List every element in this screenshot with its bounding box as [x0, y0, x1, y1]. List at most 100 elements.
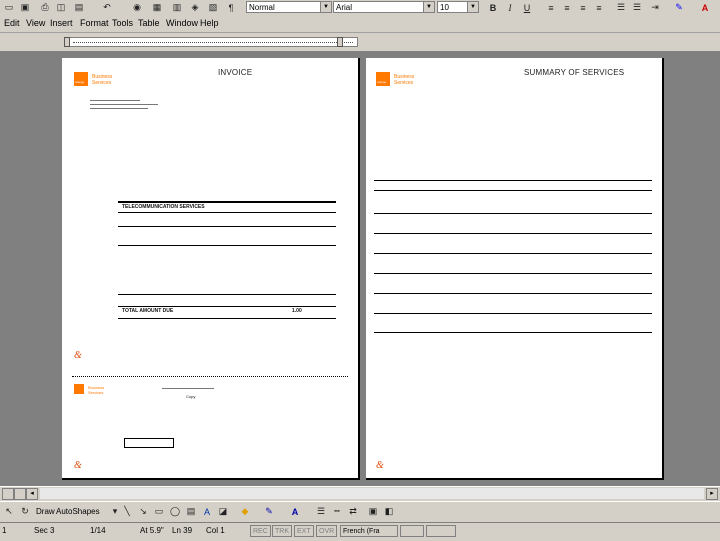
wordart-icon[interactable]: A	[200, 505, 214, 518]
ampersand-mark: &	[74, 460, 82, 471]
italic-button[interactable]: I	[503, 1, 517, 14]
new-document-icon[interactable]: ▭	[2, 1, 16, 14]
page-summary[interactable]: orange Business Services SUMMARY OF SERV…	[366, 58, 664, 480]
autoshapes-button[interactable]: AutoShapes	[56, 507, 100, 516]
bold-button[interactable]: B	[486, 1, 500, 14]
select-objects-icon[interactable]: ↖	[2, 505, 16, 518]
numbering-icon[interactable]: ☰	[614, 1, 628, 14]
menu-view[interactable]: View	[26, 18, 45, 28]
columns-icon[interactable]: ▥	[170, 1, 184, 14]
section-rule	[118, 212, 336, 213]
oval-icon[interactable]: ◯	[168, 505, 182, 518]
table-icon[interactable]: ▦	[150, 1, 164, 14]
page-invoice[interactable]: orange Business Services INVOICE TELECOM…	[62, 58, 360, 480]
normal-view-icon[interactable]	[2, 488, 14, 500]
summary-title: SUMMARY OF SERVICES	[524, 68, 625, 77]
rec-indicator[interactable]: REC	[250, 525, 271, 537]
free-rotate-icon[interactable]: ↻	[18, 505, 32, 518]
trk-indicator[interactable]: TRK	[272, 525, 292, 537]
font-select[interactable]: Arial ▼	[333, 1, 435, 13]
document-map-icon[interactable]: ▧	[206, 1, 220, 14]
paste-icon[interactable]: ▤	[72, 1, 86, 14]
hyperlink-icon[interactable]: ◉	[130, 1, 144, 14]
undo-icon[interactable]: ↶	[100, 1, 114, 14]
print-icon[interactable]: ⎙	[38, 1, 52, 14]
total-due-label: TOTAL AMOUNT DUE	[122, 308, 174, 314]
font-color-draw-icon[interactable]: A	[288, 505, 302, 518]
logo-text: orange	[75, 80, 85, 84]
show-hide-icon[interactable]: ¶	[224, 1, 238, 14]
underline-button[interactable]: U	[520, 1, 534, 14]
line-icon[interactable]: ╲	[120, 505, 134, 518]
style-select[interactable]: Normal ▼	[246, 1, 332, 13]
chevron-down-icon[interactable]: ▼	[423, 2, 434, 12]
align-left-icon[interactable]: ≡	[544, 1, 558, 14]
bullets-icon[interactable]: ☰	[630, 1, 644, 14]
ovr-indicator[interactable]: OVR	[316, 525, 338, 537]
ampersand-mark: &	[74, 350, 82, 361]
language-indicator[interactable]: French (Fra	[340, 525, 398, 537]
table-rule	[374, 293, 652, 294]
section-title: TELECOMMUNICATION SERVICES	[122, 204, 205, 210]
scroll-right-icon[interactable]: ▸	[706, 488, 718, 500]
align-right-icon[interactable]: ≡	[576, 1, 590, 14]
company-line2: Services	[92, 80, 112, 86]
menu-window[interactable]: Window	[166, 18, 198, 28]
drawing-toolbar: ↖ ↻ Draw AutoShapes ▾ ╲ ↘ ▭ ◯ ▤ A ◪ ◆ ✎ …	[0, 501, 720, 522]
logo-text: orange	[377, 80, 387, 84]
menu-tools[interactable]: Tools	[112, 18, 133, 28]
shadow-icon[interactable]: ▣	[366, 505, 380, 518]
font-color-icon[interactable]: A	[698, 1, 712, 14]
footer-company2: Services	[88, 390, 104, 395]
print-preview-icon[interactable]: ◫	[54, 1, 68, 14]
font-size-select[interactable]: 10 ▼	[437, 1, 479, 13]
address-line	[90, 108, 148, 109]
ext-indicator[interactable]: EXT	[294, 525, 314, 537]
fill-color-icon[interactable]: ◆	[238, 505, 252, 518]
3d-icon[interactable]: ◧	[382, 505, 396, 518]
menu-edit[interactable]: Edit	[4, 18, 20, 28]
align-center-icon[interactable]: ≡	[560, 1, 574, 14]
footer-label: Copy	[186, 394, 196, 399]
ruler-track	[68, 37, 358, 47]
status-col: Col 1	[206, 526, 225, 535]
horizontal-scroll-track[interactable]	[40, 488, 704, 499]
highlight-icon[interactable]: ✎	[672, 1, 686, 14]
address-line	[90, 100, 140, 101]
footer-line	[162, 388, 214, 389]
status-bar: 1 Sec 3 1/14 At 5.9" Ln 39 Col 1 REC TRK…	[0, 522, 720, 541]
arrow-icon[interactable]: ↘	[136, 505, 150, 518]
indent-icon[interactable]: ⇥	[648, 1, 662, 14]
menu-table[interactable]: Table	[138, 18, 160, 28]
menu-insert[interactable]: Insert	[50, 18, 73, 28]
chevron-down-icon[interactable]: ▼	[467, 2, 478, 12]
table-rule	[374, 190, 652, 191]
chevron-down-icon[interactable]: ▼	[320, 2, 331, 12]
company-line2: Services	[394, 80, 414, 86]
spelling-status	[400, 525, 424, 537]
dash-style-icon[interactable]: ┅	[330, 505, 344, 518]
left-indent-marker[interactable]	[64, 37, 70, 47]
clipart-icon[interactable]: ◪	[216, 505, 230, 518]
menu-format[interactable]: Format	[80, 18, 109, 28]
ampersand-mark: &	[376, 460, 384, 471]
drawing-icon[interactable]: ◈	[188, 1, 202, 14]
document-area[interactable]: orange Business Services INVOICE TELECOM…	[0, 52, 720, 486]
horizontal-ruler[interactable]	[0, 33, 720, 52]
justify-icon[interactable]: ≡	[592, 1, 606, 14]
style-value: Normal	[249, 3, 275, 12]
layout-view-icon[interactable]	[14, 488, 26, 500]
draw-label[interactable]: Draw	[36, 507, 55, 516]
line-color-icon[interactable]: ✎	[262, 505, 276, 518]
right-indent-marker[interactable]	[337, 37, 343, 47]
rectangle-icon[interactable]: ▭	[152, 505, 166, 518]
textbox-icon[interactable]: ▤	[184, 505, 198, 518]
line-style-icon[interactable]: ☰	[314, 505, 328, 518]
menu-help[interactable]: Help	[200, 18, 219, 28]
arrow-style-icon[interactable]: ⇄	[346, 505, 360, 518]
scroll-left-icon[interactable]: ◂	[26, 488, 38, 500]
cut-line	[72, 376, 348, 378]
table-rule	[374, 180, 652, 181]
save-icon[interactable]: ▣	[18, 1, 32, 14]
table-rule	[374, 233, 652, 234]
